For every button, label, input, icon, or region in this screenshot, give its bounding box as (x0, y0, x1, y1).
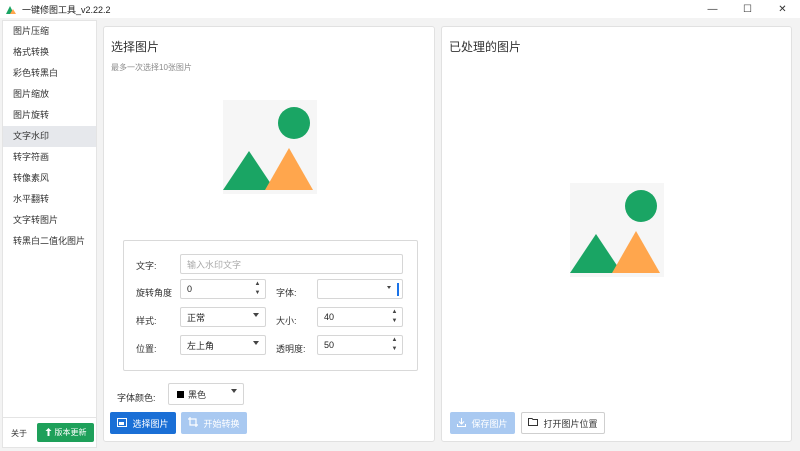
upload-arrow-icon (45, 427, 52, 438)
sidebar-item-compress[interactable]: 图片压缩 (3, 21, 96, 42)
opacity-stepper[interactable]: 50 ▲ ▼ (317, 335, 403, 355)
select-image-button[interactable]: 选择图片 (110, 412, 176, 434)
size-value: 40 (324, 312, 335, 322)
sidebar-footer: 关于 版本更新 (3, 417, 96, 447)
size-stepper[interactable]: 40 ▲ ▼ (317, 307, 403, 327)
minimize-button[interactable]: — (695, 0, 730, 18)
title-bar: 一键修图工具_v2.22.2 — ☐ ✕ (0, 0, 800, 18)
watermark-text-input[interactable]: 输入水印文字 (180, 254, 403, 274)
window-title: 一键修图工具_v2.22.2 (22, 4, 111, 15)
panel-subtitle: 最多一次选择10张图片 (111, 63, 192, 72)
sidebar-item-grayscale[interactable]: 彩色转黑白 (3, 63, 96, 84)
sidebar-item-pixel-style[interactable]: 转像素风 (3, 168, 96, 189)
sidebar-item-binarize[interactable]: 转黑白二值化图片 (3, 231, 96, 252)
position-label: 位置: (136, 344, 157, 354)
size-spin-icon[interactable]: ▲ ▼ (390, 309, 399, 325)
text-cursor (397, 283, 399, 296)
sidebar-item-text-to-image[interactable]: 文字转图片 (3, 210, 96, 231)
style-select[interactable]: 正常 (180, 307, 266, 327)
save-image-button[interactable]: 保存图片 (450, 412, 515, 434)
position-value: 左上角 (187, 340, 215, 351)
opacity-spin-icon[interactable]: ▲ ▼ (390, 337, 399, 353)
start-convert-label: 开始转换 (203, 418, 240, 429)
select-image-label: 选择图片 (132, 418, 169, 429)
close-button[interactable]: ✕ (765, 0, 800, 18)
size-label: 大小: (276, 316, 297, 326)
processed-image-panel: 已处理的图片 保存图片 打开图片位置 (441, 26, 792, 442)
sidebar-item-ascii-art[interactable]: 转字符画 (3, 147, 96, 168)
image-icon (117, 417, 128, 429)
opacity-value: 50 (324, 340, 335, 350)
sidebar-item-format-convert[interactable]: 格式转换 (3, 42, 96, 63)
chevron-down-icon (231, 389, 237, 393)
processed-image-placeholder-icon (570, 183, 664, 277)
style-value: 正常 (187, 312, 206, 323)
sidebar-item-horizontal-flip[interactable]: 水平翻转 (3, 189, 96, 210)
image-placeholder-icon[interactable] (223, 100, 317, 194)
font-label: 字体: (276, 288, 297, 298)
opacity-label: 透明度: (276, 344, 306, 354)
position-select[interactable]: 左上角 (180, 335, 266, 355)
about-link[interactable]: 关于 (11, 428, 27, 439)
sidebar-item-rotate[interactable]: 图片旋转 (3, 105, 96, 126)
update-button[interactable]: 版本更新 (37, 423, 94, 442)
select-image-panel: 选择图片 最多一次选择10张图片 文字: 输入水印文字 旋转角度 0 ▲ ▼ 字体… (103, 26, 435, 442)
app-logo-icon (6, 4, 16, 14)
open-image-location-label: 打开图片位置 (543, 418, 598, 429)
folder-icon (528, 418, 539, 428)
download-icon (457, 417, 467, 429)
text-label: 文字: (136, 261, 157, 271)
font-select[interactable] (317, 279, 403, 299)
rotation-value: 0 (187, 284, 193, 294)
sidebar-item-text-watermark[interactable]: 文字水印 (3, 126, 96, 147)
save-image-label: 保存图片 (471, 418, 508, 429)
rotation-stepper[interactable]: 0 ▲ ▼ (180, 279, 266, 299)
font-color-label: 字体颜色: (117, 393, 156, 403)
sidebar-item-resize[interactable]: 图片缩放 (3, 84, 96, 105)
open-image-location-button[interactable]: 打开图片位置 (521, 412, 605, 434)
start-convert-button[interactable]: 开始转换 (181, 412, 247, 434)
watermark-settings-form: 文字: 输入水印文字 旋转角度 0 ▲ ▼ 字体: 样式: 正常 大小: 40 ▲… (123, 240, 418, 371)
panel-title: 已处理的图片 (449, 40, 522, 54)
crop-icon (188, 417, 199, 429)
chevron-down-icon (253, 313, 259, 317)
window-controls: — ☐ ✕ (695, 0, 800, 18)
rotation-spin-icon[interactable]: ▲ ▼ (253, 281, 262, 297)
font-color-select[interactable]: 黑色 (168, 383, 244, 405)
sidebar: 图片压缩 格式转换 彩色转黑白 图片缩放 图片旋转 文字水印 转字符画 转像素风… (2, 20, 97, 448)
chevron-down-icon (253, 341, 259, 345)
panel-title: 选择图片 (111, 40, 160, 54)
font-color-value: 黑色 (188, 389, 207, 400)
maximize-button[interactable]: ☐ (730, 0, 765, 18)
color-swatch (177, 390, 184, 398)
rotation-label: 旋转角度 (136, 288, 173, 298)
update-button-label: 版本更新 (54, 428, 87, 437)
chevron-down-icon (387, 286, 391, 289)
style-label: 样式: (136, 316, 157, 326)
